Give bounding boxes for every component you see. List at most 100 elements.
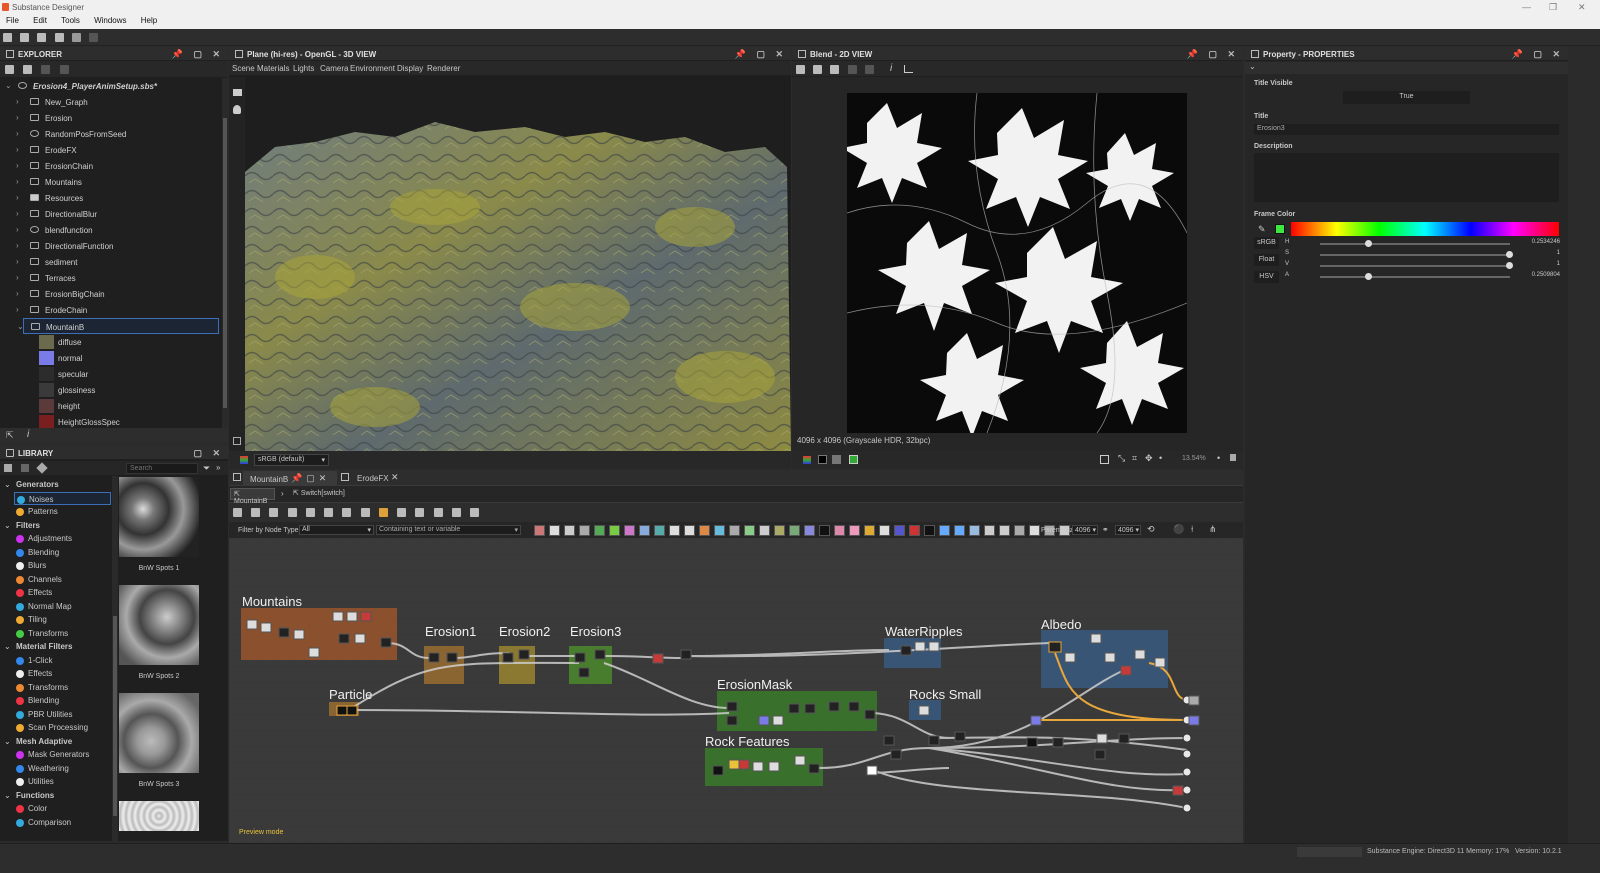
layers-icon[interactable]	[803, 456, 811, 464]
node-type-icon[interactable]	[954, 525, 965, 536]
library-category[interactable]: Mask Generators	[0, 748, 112, 761]
menu-file[interactable]: File	[0, 15, 25, 25]
info-icon[interactable]	[287, 508, 297, 517]
hue-spectrum[interactable]	[1291, 222, 1559, 236]
library-category[interactable]: Weathering	[0, 762, 112, 775]
tab-erodefx[interactable]: ErodeFX	[357, 474, 389, 483]
library-category[interactable]: Color	[0, 802, 112, 815]
chevron-icon[interactable]: ›	[16, 145, 19, 154]
chevron-icon[interactable]: ›	[16, 289, 19, 298]
library-category[interactable]: PBR Utilities	[0, 708, 112, 721]
chevron-icon[interactable]: ›	[16, 257, 19, 266]
explorer-item[interactable]: › sediment	[0, 254, 220, 270]
explorer-item[interactable]: › Terraces	[0, 270, 220, 286]
refresh-icon[interactable]	[415, 508, 425, 517]
breadcrumb-root[interactable]: ⇱ MountainB	[230, 488, 275, 505]
pencil-icon[interactable]	[36, 462, 48, 474]
package-row[interactable]: ⌄ Erosion4_PlayerAnimSetup.sbs*	[0, 78, 220, 94]
refresh-icon[interactable]	[23, 65, 33, 74]
grid-icon[interactable]	[233, 437, 241, 445]
node-type-icon[interactable]	[894, 525, 905, 536]
frame-title-erosion2[interactable]: Erosion2	[499, 624, 550, 639]
frame-title-erosionmask[interactable]: ErosionMask	[717, 677, 792, 692]
size-dropdown[interactable]: 4096 ▾	[1115, 525, 1141, 535]
node-type-icon[interactable]	[804, 525, 815, 536]
explorer-item[interactable]: › ErodeChain	[0, 302, 220, 318]
menu-materials[interactable]: Materials	[257, 64, 289, 73]
node-type-icon[interactable]	[609, 525, 620, 536]
fit-icon[interactable]	[796, 65, 805, 74]
copy-icon[interactable]	[830, 65, 840, 74]
upload-icon[interactable]	[41, 65, 51, 74]
node-type-icon[interactable]	[969, 525, 980, 536]
menu-lights[interactable]: Lights	[293, 64, 314, 73]
maximize-icon[interactable]: ❐	[1549, 2, 1557, 13]
frame-icon[interactable]	[451, 508, 461, 517]
crop-icon[interactable]: ⌗	[1132, 453, 1137, 464]
reset-icon[interactable]: ⟲	[1147, 524, 1155, 535]
node-type-icon[interactable]	[684, 525, 695, 536]
thumb-bnw-spots-1[interactable]	[119, 477, 199, 557]
link-icon[interactable]	[59, 65, 69, 74]
text-filter-input[interactable]: Containing text or variable ▾	[376, 525, 521, 535]
library-category-header[interactable]: ⌄ Generators	[0, 478, 112, 491]
library-category-header[interactable]: ⌄ Functions	[0, 789, 112, 802]
expand-icon[interactable]: »	[216, 463, 220, 472]
library-category[interactable]: Blending	[0, 694, 112, 707]
slider-handle[interactable]	[1506, 251, 1513, 258]
compact-icon[interactable]	[360, 508, 370, 517]
screenshot-icon[interactable]	[269, 508, 279, 517]
mode-hsv-button[interactable]: HSV	[1254, 271, 1279, 283]
library-category-header[interactable]: ⌄ Mesh Adaptive	[0, 735, 112, 748]
node-type-icon[interactable]	[699, 525, 710, 536]
library-category[interactable]: Transforms	[0, 627, 112, 640]
library-category[interactable]: Patterns	[0, 505, 112, 518]
close-window-icon[interactable]: ✕	[1578, 2, 1586, 13]
dot-icon[interactable]: •	[1217, 453, 1220, 463]
node-type-icon[interactable]	[879, 525, 890, 536]
channel-icon[interactable]	[849, 455, 858, 464]
link-icon[interactable]: ⚭	[1102, 525, 1109, 534]
library-category[interactable]: 1-Click	[0, 654, 112, 667]
node-type-icon[interactable]	[654, 525, 665, 536]
node-type-icon[interactable]	[999, 525, 1010, 536]
tab-mountainb[interactable]: MountainB 📌▢✕	[243, 471, 337, 485]
library-category[interactable]: Comparison	[0, 816, 112, 829]
chevron-icon[interactable]: ›	[16, 273, 19, 282]
chevron-icon[interactable]: ›	[16, 177, 19, 186]
chevron-icon[interactable]: ›	[16, 225, 19, 234]
tool-icon[interactable]	[433, 508, 443, 517]
explorer-item[interactable]: › DirectionalBlur	[0, 206, 220, 222]
align-icon[interactable]	[324, 508, 334, 517]
menu-camera[interactable]: Camera	[320, 64, 348, 73]
filter-icon[interactable]: ⏷	[203, 463, 210, 474]
library-category[interactable]: Tiling	[0, 613, 112, 626]
chevron-icon[interactable]: ⌄	[17, 322, 24, 331]
library-category[interactable]: Blending	[0, 546, 112, 559]
colorspace-dropdown[interactable]: sRGB (default) ▾	[254, 454, 329, 466]
light-icon[interactable]	[233, 105, 241, 114]
explorer-item[interactable]: › ErosionChain	[0, 158, 220, 174]
explorer-item[interactable]: › ErosionBigChain	[0, 286, 220, 302]
title-input[interactable]: Erosion3	[1254, 124, 1559, 135]
library-category-header[interactable]: ⌄ Material Filters	[0, 640, 112, 653]
menu-edit[interactable]: Edit	[27, 15, 53, 25]
gray-bg-icon[interactable]	[832, 455, 841, 464]
slider-handle[interactable]	[1506, 262, 1513, 269]
chevron-icon[interactable]: ›	[16, 241, 19, 250]
library-category[interactable]: Channels	[0, 573, 112, 586]
explorer-item[interactable]: › Erosion	[0, 110, 220, 126]
info-icon[interactable]: i	[27, 429, 29, 440]
menu-help[interactable]: Help	[135, 15, 163, 25]
tile-icon[interactable]	[1100, 455, 1109, 464]
mode-float-button[interactable]: Float	[1254, 254, 1279, 266]
node-type-icon[interactable]	[594, 525, 605, 536]
frame-title-rockfeatures[interactable]: Rock Features	[705, 734, 790, 749]
channel-slider[interactable]	[1320, 265, 1510, 267]
redo-icon[interactable]	[89, 33, 99, 42]
minimize-icon[interactable]: —	[1522, 2, 1531, 12]
node-type-icon[interactable]	[564, 525, 575, 536]
output-item[interactable]: glossiness	[0, 382, 220, 398]
new-package-icon[interactable]	[3, 33, 12, 42]
explorer-item[interactable]: › Mountains	[0, 174, 220, 190]
